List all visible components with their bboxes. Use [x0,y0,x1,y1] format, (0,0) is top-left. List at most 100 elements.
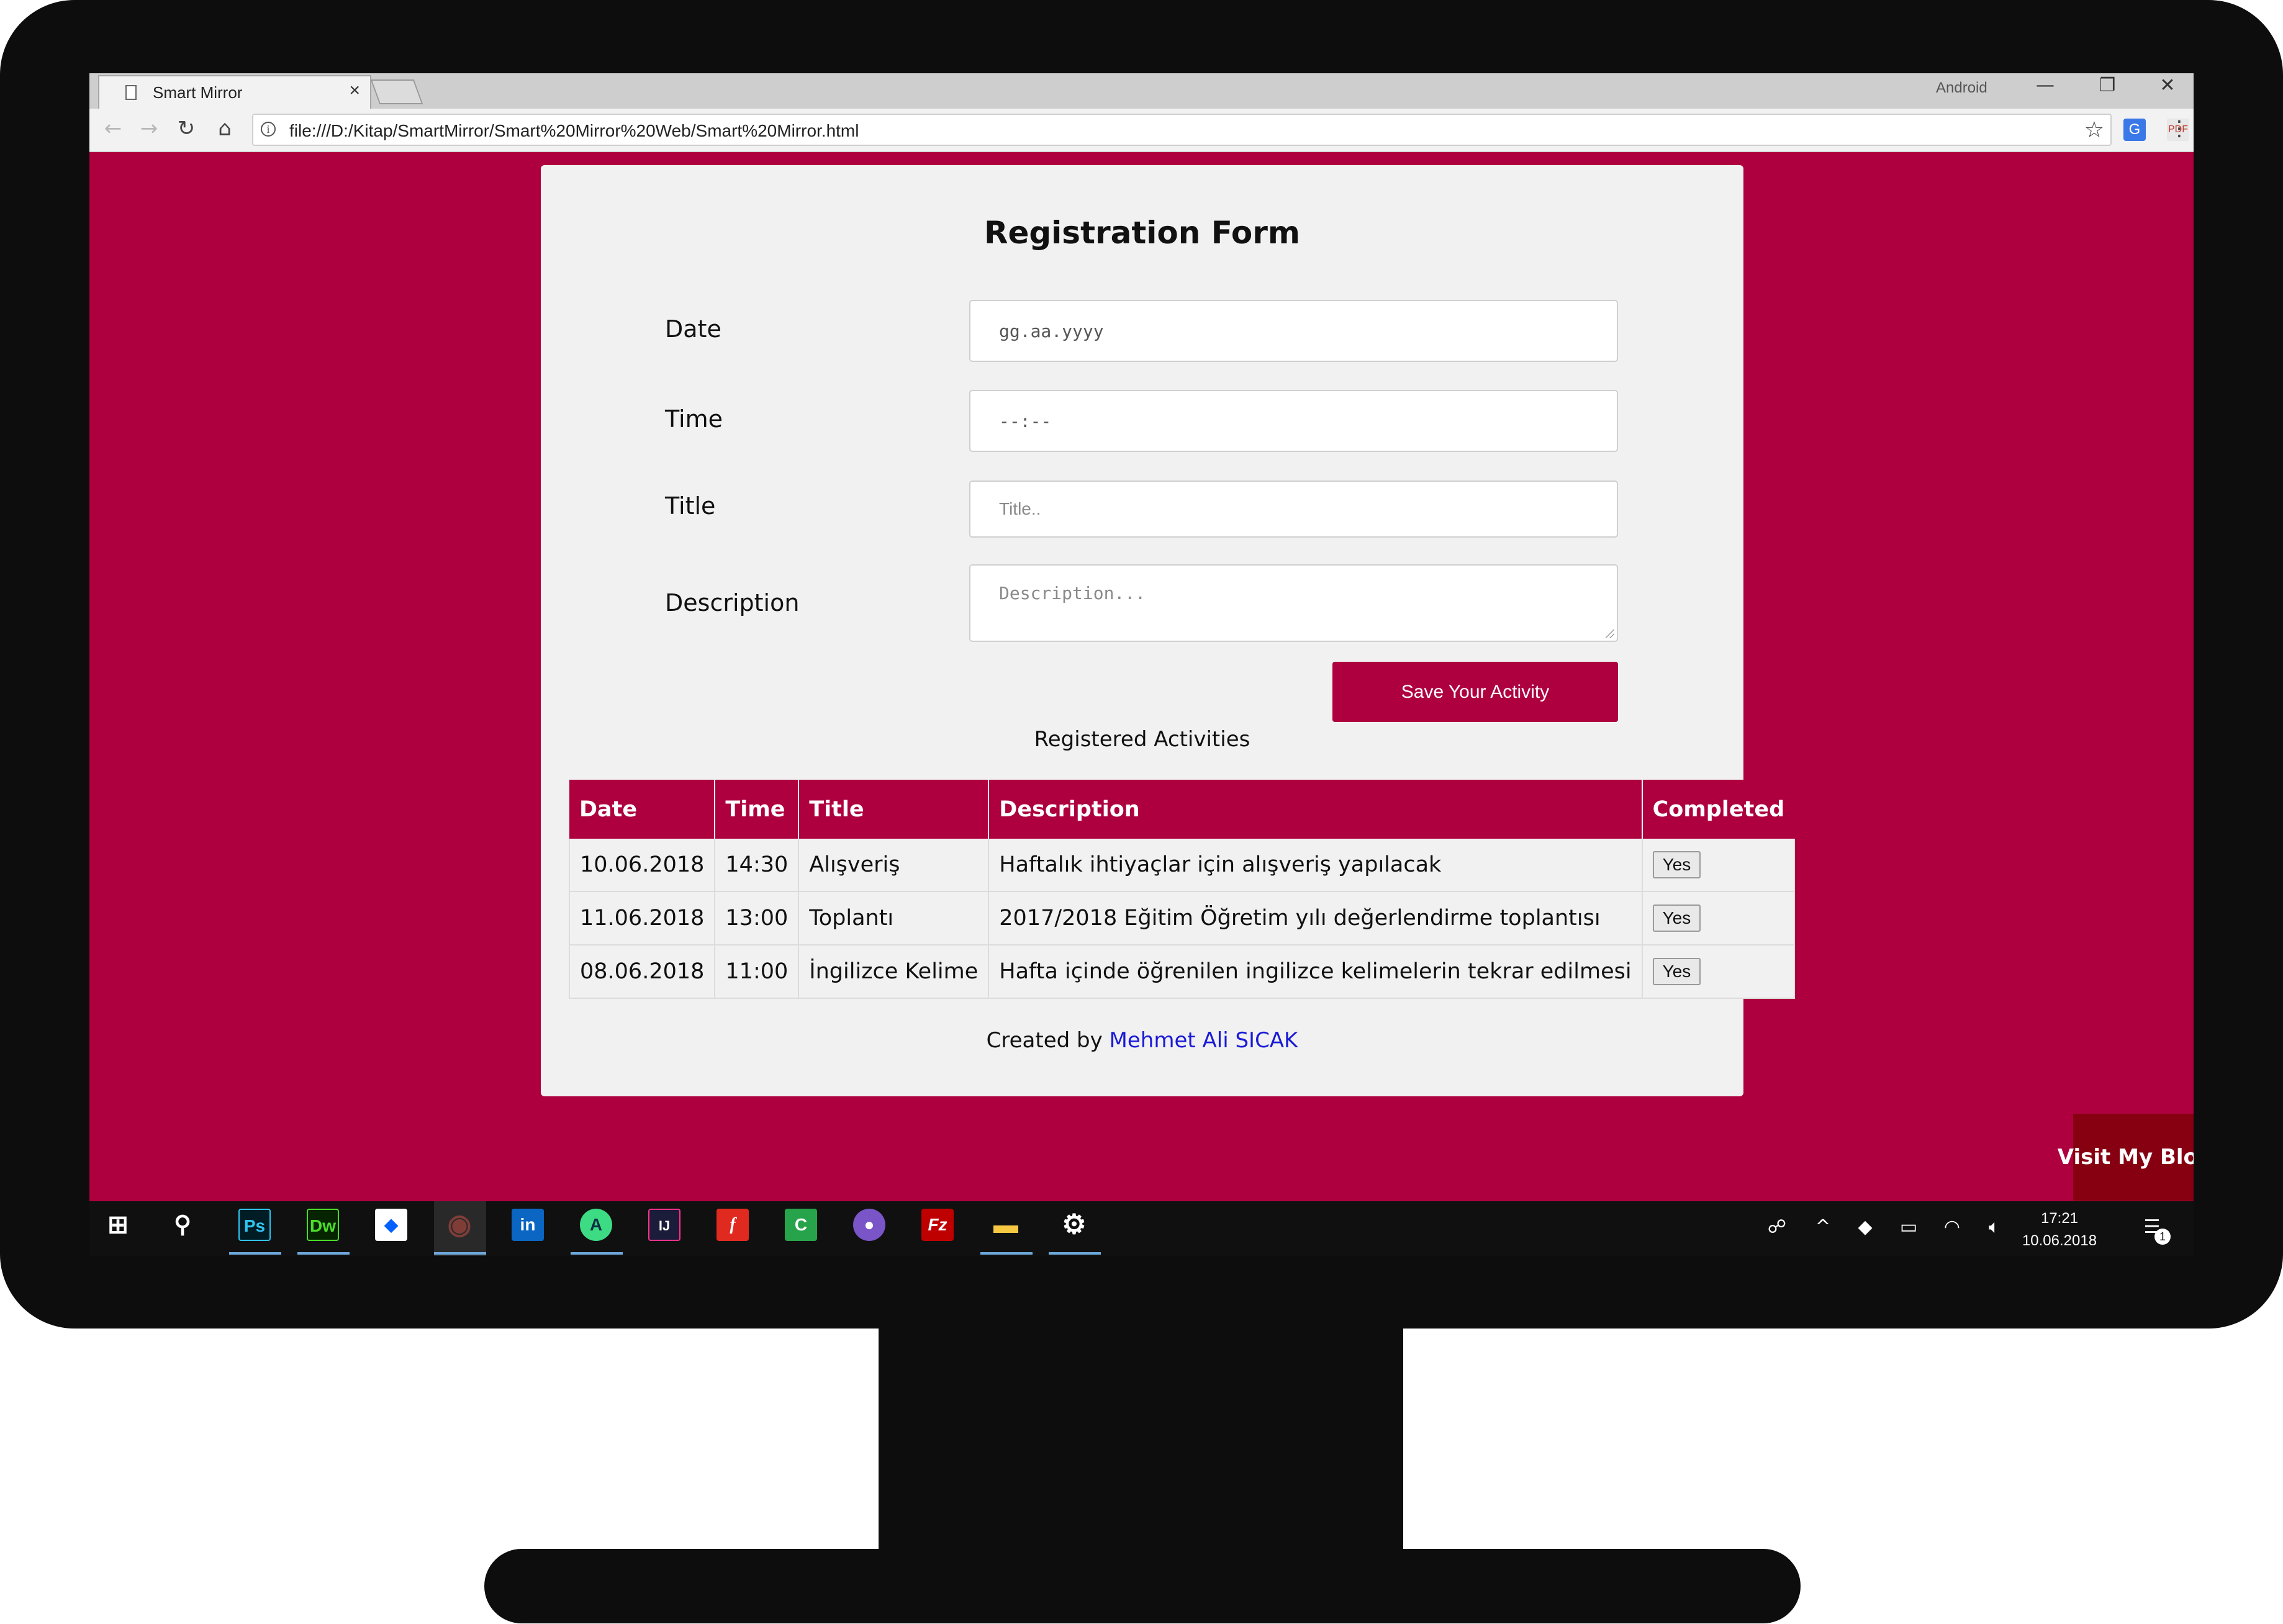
screen: Smart Mirror × Android — ❐ ✕ ← → ↻ ⌂ i f… [89,73,2194,1256]
tab-close-icon[interactable]: × [349,80,360,101]
clock-time: 17:21 [2040,1210,2079,1227]
volume-icon[interactable]: 🔈︎ [1981,1216,2008,1238]
active-indicator [229,1252,281,1255]
chevron-up-icon[interactable]: ^ [1809,1216,1837,1238]
people-icon[interactable]: ☍ [1763,1216,1791,1238]
active-indicator [980,1252,1033,1255]
browser-tab[interactable]: Smart Mirror × [98,75,371,109]
date-placeholder: gg.aa.yyyy [999,321,1104,341]
tab-strip: Smart Mirror × Android — ❐ ✕ [89,73,2194,109]
url-text: file:///D:/Kitap/SmartMirror/Smart%20Mir… [289,121,859,140]
linkedin-icon[interactable]: in [512,1209,544,1241]
form-title: Registration Form [983,215,1301,251]
menu-icon[interactable]: ⋮ [2166,116,2193,141]
cell-date: 10.06.2018 [568,839,716,892]
registered-activities-heading: Registered Activities [1034,727,1250,752]
web-page: Registration Form Date gg.aa.yyyy Time -… [89,152,2194,1201]
cell-completed: Yes [1642,945,1796,999]
cell-title: İngilizce Kelime [798,945,990,999]
address-bar[interactable]: i file:///D:/Kitap/SmartMirror/Smart%20M… [252,114,2112,146]
resize-grip-icon[interactable] [1606,629,1614,638]
title-label: Title [665,492,716,520]
table-row: 11.06.2018 13:00 Toplantı 2017/2018 Eğit… [568,891,1796,945]
translate-icon[interactable]: G [2123,119,2146,141]
new-tab-button[interactable] [370,79,423,104]
monitor-neck [879,1322,1403,1558]
cell-completed: Yes [1642,891,1796,945]
profile-name[interactable]: Android [1936,79,1987,97]
photoshop-icon[interactable]: Ps [238,1209,271,1241]
cell-description: Hafta içinde öğrenilen ingilizce kelimel… [988,945,1643,999]
date-input[interactable]: gg.aa.yyyy [969,300,1618,362]
dreamweaver-icon[interactable]: Dw [307,1209,339,1241]
filezilla-icon[interactable]: Fz [921,1209,954,1241]
table-row: 10.06.2018 14:30 Alışveriş Haftalık ihti… [568,839,1796,892]
taskbar-clock[interactable]: 17:21 10.06.2018 [2019,1207,2100,1252]
time-input[interactable]: --:-- [969,390,1618,452]
table-header-row: Date Time Title Description Completed [569,780,1795,839]
flash-icon[interactable]: f [717,1209,749,1241]
save-activity-button[interactable]: Save Your Activity [1332,662,1618,722]
back-icon[interactable]: ← [99,116,127,141]
completed-yes-button[interactable]: Yes [1652,851,1701,878]
active-indicator [1049,1252,1101,1255]
visit-blog-button[interactable]: Visit My Blog [2058,1114,2194,1201]
column-header-completed: Completed [1642,780,1795,839]
intellij-icon[interactable]: IJ [648,1209,680,1241]
time-label: Time [665,405,723,433]
cell-title: Toplantı [798,891,990,945]
completed-yes-button[interactable]: Yes [1652,904,1701,932]
restore-icon[interactable]: ❐ [2092,74,2123,96]
wifi-icon[interactable]: ◠ [1938,1216,1966,1238]
reload-icon[interactable]: ↻ [173,116,200,141]
tab-title: Smart Mirror [153,83,243,102]
column-header-time: Time [715,780,800,839]
chrome-active-highlight [434,1201,486,1256]
cell-description: 2017/2018 Eğitim Öğretim yılı değerlendi… [988,891,1643,945]
date-label: Date [665,315,721,343]
battery-icon[interactable]: ▭ [1895,1216,1922,1238]
taskbar: ⊞ ⚲ Ps Dw ◆ ◉ in A IJ f C ● Fz ▬ ⚙ ☍ ^ ◆ [89,1201,2194,1256]
browser-toolbar: ← → ↻ ⌂ i file:///D:/Kitap/SmartMirror/S… [89,109,2194,152]
completed-yes-button[interactable]: Yes [1652,958,1701,985]
android-studio-icon[interactable]: A [580,1209,612,1241]
description-textarea[interactable]: Description... [969,564,1618,642]
dropbox-icon[interactable]: ◆ [375,1209,407,1241]
cell-date: 11.06.2018 [568,891,716,945]
minimize-icon[interactable]: — [2030,74,2061,96]
monitor-frame: Smart Mirror × Android — ❐ ✕ ← → ↻ ⌂ i f… [0,0,2283,1329]
monitor-base [484,1549,1801,1623]
cell-date: 08.06.2018 [568,945,716,999]
description-label: Description [665,589,800,616]
form-card: Registration Form Date gg.aa.yyyy Time -… [541,165,1796,1096]
settings-icon[interactable]: ⚙ [1058,1209,1090,1241]
title-placeholder: Title.. [999,499,1041,518]
document-icon [125,85,137,100]
windows-start-icon[interactable]: ⊞ [102,1209,134,1241]
info-icon[interactable]: i [261,122,276,137]
bookmark-star-icon[interactable]: ☆ [2084,117,2104,143]
visit-blog-label: Visit My Blog [2057,1145,2194,1170]
author-link[interactable]: Mehmet Ali SICAK [1110,1028,1298,1053]
column-header-description: Description [988,780,1643,839]
forward-icon[interactable]: → [135,116,163,141]
notification-count-badge: 1 [2154,1229,2171,1245]
dropbox-tray-icon[interactable]: ◆ [1851,1216,1879,1238]
home-icon[interactable]: ⌂ [211,116,238,141]
search-icon[interactable]: ⚲ [166,1209,199,1241]
close-window-icon[interactable]: ✕ [2152,74,2183,96]
cell-description: Haftalık ihtiyaçlar için alışveriş yapıl… [988,839,1643,892]
active-indicator [571,1252,623,1255]
title-input[interactable]: Title.. [969,480,1618,538]
time-placeholder: --:-- [999,411,1052,431]
cell-completed: Yes [1642,839,1796,892]
file-explorer-icon[interactable]: ▬ [990,1209,1022,1241]
cell-title: Alışveriş [798,839,990,892]
column-header-date: Date [569,780,716,839]
active-indicator [297,1252,350,1255]
cell-time: 13:00 [715,891,800,945]
github-icon[interactable]: ● [853,1209,885,1241]
camtasia-icon[interactable]: C [785,1209,817,1241]
clock-date: 10.06.2018 [2022,1232,2097,1249]
column-header-title: Title [798,780,990,839]
